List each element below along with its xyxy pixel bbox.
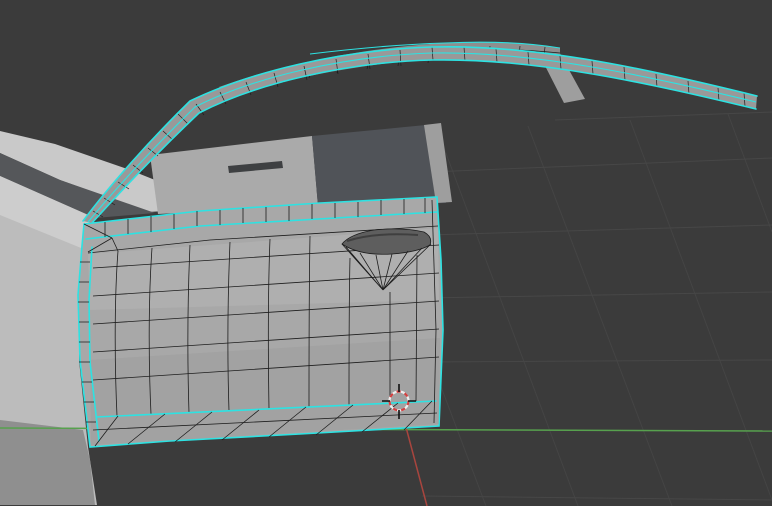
3d-viewport[interactable] xyxy=(0,0,772,506)
viewport-canvas xyxy=(0,0,772,506)
open-door-mesh[interactable] xyxy=(77,196,444,448)
car-rocker-shadow xyxy=(0,420,95,505)
